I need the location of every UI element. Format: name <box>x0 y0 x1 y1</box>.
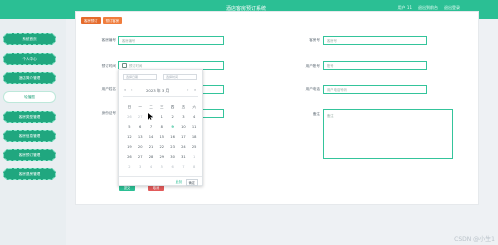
calendar-day[interactable]: 27 <box>135 152 146 162</box>
date-picker-popup: 选择日期 选择时间 « ‹ 2023 年 3 月 › » 日一二三四五六 26 27… <box>118 69 203 186</box>
calendar-day[interactable]: 31 <box>178 152 189 162</box>
picker-confirm-button[interactable]: 确定 <box>185 179 198 186</box>
weekday-header: 六 <box>192 105 196 109</box>
calendar-day[interactable]: 3 <box>178 112 189 122</box>
next-month-icon[interactable]: › <box>187 88 188 92</box>
calendar-day[interactable]: 11 <box>189 122 200 132</box>
weekday-header: 四 <box>170 105 175 109</box>
user-name-label: 用户姓名 <box>101 87 116 91</box>
id-number-label: 身份证号 <box>101 111 116 115</box>
room-no-label: 客房号 <box>309 38 320 42</box>
prev-year-icon[interactable]: « <box>124 88 126 92</box>
calendar-day[interactable]: 26 <box>124 112 135 122</box>
calendar-day[interactable]: 12 <box>124 132 135 142</box>
weekday-header: 五 <box>181 105 186 109</box>
picker-calendar-grid: 日一二三四五六262728123456789101112131415161718… <box>124 102 200 172</box>
sidebar: 系统首页 个人中心 酒店简介管理 轮播图 客房类型管理 客房信息管理 客房预订管… <box>0 19 66 245</box>
calendar-day[interactable]: 1 <box>189 152 200 162</box>
calendar-day[interactable]: 16 <box>167 132 178 142</box>
picker-date-input[interactable]: 选择日期 <box>123 74 157 80</box>
calendar-day[interactable]: 27 <box>135 112 146 122</box>
calendar-day[interactable]: 2 <box>167 112 178 122</box>
calendar-day[interactable]: 9 <box>167 122 178 132</box>
calendar-day[interactable]: 14 <box>146 132 157 142</box>
calendar-day[interactable]: 8 <box>189 162 200 172</box>
picker-inputs: 选择日期 选择时间 <box>123 74 197 80</box>
weekday-header: 三 <box>159 105 164 109</box>
calendar-day[interactable]: 30 <box>167 152 178 162</box>
calendar-day[interactable]: 23 <box>167 142 178 152</box>
room-no-input[interactable]: 客房号 <box>323 36 427 45</box>
sidebar-item-home[interactable]: 系统首页 <box>3 33 56 45</box>
sidebar-item-hotel-intro[interactable]: 酒店简介管理 <box>3 72 56 84</box>
calendar-day[interactable]: 7 <box>178 162 189 172</box>
calendar-day[interactable]: 4 <box>189 112 200 122</box>
picker-month-title: 2023 年 3 月 <box>146 88 170 93</box>
calendar-day[interactable]: 17 <box>178 132 189 142</box>
room-number-label: 客房编号 <box>101 38 116 42</box>
calendar-day[interactable]: 20 <box>135 142 146 152</box>
calendar-day[interactable]: 1 <box>156 112 167 122</box>
calendar-day[interactable]: 24 <box>178 142 189 152</box>
remarks-textarea[interactable]: 备注 <box>323 109 453 159</box>
weekday-header: 二 <box>149 105 153 109</box>
picker-footer: 此刻 确定 <box>119 176 202 186</box>
room-number-input[interactable]: 客房编号 <box>118 36 224 45</box>
breadcrumb-item[interactable]: 客房预订 <box>81 17 101 24</box>
calendar-day[interactable]: 22 <box>156 142 167 152</box>
sidebar-item-profile[interactable]: 个人中心 <box>3 53 56 65</box>
calendar-day[interactable]: 8 <box>156 122 167 132</box>
prev-month-icon[interactable]: ‹ <box>131 88 132 92</box>
sidebar-item-checkouts[interactable]: 客房退房管理 <box>3 168 56 180</box>
user-phone-input[interactable]: 用户电话号码 <box>323 85 427 94</box>
calendar-day[interactable]: 25 <box>189 142 200 152</box>
calendar-day[interactable]: 3 <box>135 162 146 172</box>
watermark: CSDN @小生1 <box>454 236 495 243</box>
calendar-day[interactable]: 21 <box>146 142 157 152</box>
breadcrumb: 客房预订 预订客房 <box>81 17 123 24</box>
sidebar-item-room-types[interactable]: 客房类型管理 <box>3 111 56 123</box>
user-name-input[interactable] <box>202 85 224 94</box>
calendar-day[interactable]: 26 <box>124 152 135 162</box>
breadcrumb-item: 预订客房 <box>102 17 123 24</box>
sidebar-item-room-info[interactable]: 客房信息管理 <box>3 130 56 142</box>
remarks-label: 备注 <box>312 112 320 116</box>
booking-time-label: 预订时间 <box>101 64 116 68</box>
calendar-day[interactable]: 28 <box>146 152 157 162</box>
weekday-header: 日 <box>127 105 132 109</box>
calendar-day[interactable]: 2 <box>124 162 135 172</box>
calendar-day[interactable]: 19 <box>124 142 135 152</box>
calendar-day[interactable]: 4 <box>146 162 157 172</box>
sidebar-item-bookings[interactable]: 客房预订管理 <box>3 149 56 161</box>
calendar-day[interactable]: 7 <box>146 122 157 132</box>
sidebar-item-carousel[interactable]: 轮播图 <box>3 91 56 103</box>
calendar-day[interactable]: 6 <box>135 122 146 132</box>
picker-time-input[interactable]: 选择时间 <box>163 74 197 80</box>
user-account-input[interactable]: 账号 <box>323 61 427 70</box>
calendar-day[interactable]: 13 <box>135 132 146 142</box>
id-number-input[interactable] <box>202 109 224 118</box>
picker-now-button[interactable]: 此刻 <box>176 179 182 184</box>
calendar-day[interactable]: 5 <box>124 122 135 132</box>
picker-divider <box>123 96 198 97</box>
calendar-day[interactable]: 10 <box>178 122 189 132</box>
next-year-icon[interactable]: » <box>194 88 196 92</box>
calendar-icon <box>122 63 127 68</box>
calendar-day[interactable]: 15 <box>156 132 167 142</box>
weekday-header: 一 <box>138 105 142 109</box>
user-phone-label: 用户电话 <box>305 87 320 91</box>
calendar-day[interactable]: 29 <box>156 152 167 162</box>
calendar-day[interactable]: 18 <box>189 132 200 142</box>
user-account-label: 用户账号 <box>305 64 320 68</box>
calendar-day[interactable]: 5 <box>156 162 167 172</box>
calendar-day[interactable]: 6 <box>167 162 178 172</box>
picker-header: « ‹ 2023 年 3 月 › » <box>119 86 204 94</box>
